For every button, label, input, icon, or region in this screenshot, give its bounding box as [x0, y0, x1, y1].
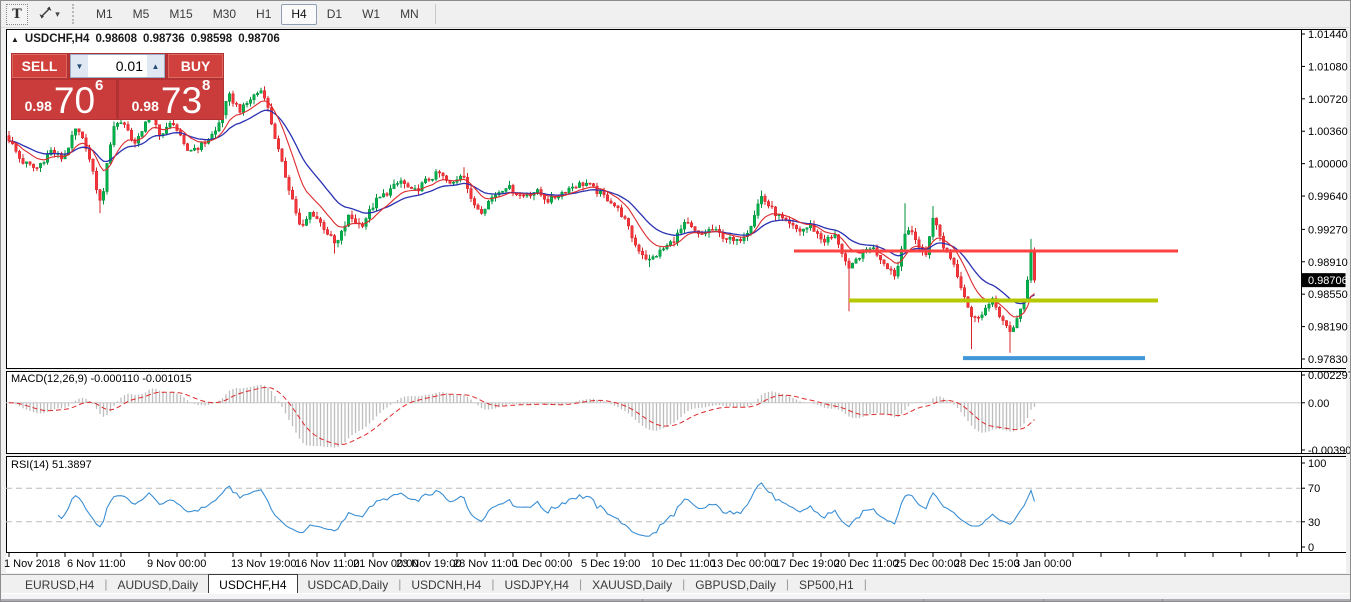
sell-price-prefix: 0.98: [25, 99, 52, 113]
buy-price-prefix: 0.98: [132, 99, 159, 113]
diagonal-arrows-icon: [38, 5, 53, 23]
svg-text:0.98550: 0.98550: [1308, 289, 1348, 301]
chart-tab-usdcnh-h4[interactable]: USDCNH,H4: [401, 575, 491, 593]
svg-text:-0.003904: -0.003904: [1308, 445, 1351, 457]
one-click-trading-panel: SELL ▼ ▲ BUY 0.98 70 6 0.98 73 8: [11, 53, 224, 120]
svg-text:1.01080: 1.01080: [1308, 61, 1348, 73]
sell-price-big-digits: 70: [54, 86, 95, 116]
chart-tab-audusd-daily[interactable]: AUDUSD,Daily: [107, 575, 208, 593]
up-arrow-icon: ▲: [152, 62, 160, 71]
collapse-triangle-icon[interactable]: ▲: [11, 35, 19, 44]
lot-increase-button[interactable]: ▲: [147, 55, 164, 77]
buy-button[interactable]: BUY: [168, 54, 223, 78]
chart-tab-xauusd-daily[interactable]: XAUUSD,Daily: [582, 575, 682, 593]
svg-text:100: 100: [1308, 458, 1326, 470]
lot-size-control: ▼ ▲: [70, 54, 165, 78]
timeframe-buttons: M1M5M15M30H1H4D1W1MN: [86, 4, 429, 25]
timeframe-button-m15[interactable]: M15: [159, 4, 202, 25]
buy-price-pip-digit: 8: [202, 78, 210, 93]
time-axis-label: 16 Nov 11:00: [295, 558, 360, 570]
svg-text:0.00: 0.00: [1308, 398, 1329, 410]
sell-button[interactable]: SELL: [12, 54, 67, 78]
status-bar: [1, 593, 1350, 602]
symbol-period-label: USDCHF,H4: [25, 33, 90, 45]
toolbar-separator: [435, 4, 436, 24]
time-axis-label: 28 Nov 11:00: [453, 558, 518, 570]
svg-text:0.99640: 0.99640: [1308, 191, 1348, 203]
chart-tab-usdcad-daily[interactable]: USDCAD,Daily: [298, 575, 399, 593]
sell-price[interactable]: 0.98 70 6: [12, 80, 116, 119]
svg-text:1.00360: 1.00360: [1308, 126, 1348, 138]
time-axis-label: 13 Dec 00:00: [711, 558, 776, 570]
timeframe-toolbar: T ▾ M1M5M15M30H1H4D1W1MN: [1, 1, 1350, 28]
svg-text:0.002297: 0.002297: [1308, 370, 1351, 382]
time-axis-label: 10 Dec 11:00: [651, 558, 716, 570]
svg-text:0.97830: 0.97830: [1308, 354, 1348, 366]
time-axis-label: 28 Dec 15:00: [954, 558, 1019, 570]
toolbar-grip[interactable]: [72, 4, 78, 24]
svg-text:0.98706: 0.98706: [1308, 275, 1348, 287]
time-axis-label: 23 Nov 19:00: [396, 558, 461, 570]
time-axis-label: 5 Dec 19:00: [581, 558, 640, 570]
time-axis-label: 20 Dec 11:00: [834, 558, 899, 570]
time-axis-label: 1 Nov 2018: [4, 558, 60, 570]
timeframe-button-w1[interactable]: W1: [352, 4, 390, 25]
time-axis-label: 17 Dec 19:00: [774, 558, 839, 570]
lot-decrease-button[interactable]: ▼: [71, 55, 88, 77]
timeframe-button-m30[interactable]: M30: [203, 4, 246, 25]
low-value: 0.98598: [191, 33, 233, 45]
time-axis-label: 13 Nov 19:00: [231, 558, 296, 570]
close-value: 0.98706: [238, 33, 280, 45]
sell-price-pip-digit: 6: [95, 78, 103, 93]
timeframe-button-h1[interactable]: H1: [246, 4, 281, 25]
svg-text:70: 70: [1308, 483, 1320, 495]
time-axis-label: 25 Dec 00:00: [894, 558, 959, 570]
timeframe-button-h4[interactable]: H4: [281, 4, 316, 25]
chart-tab-usdchf-h4[interactable]: USDCHF,H4: [208, 574, 297, 593]
svg-text:0: 0: [1308, 542, 1314, 554]
chart-tab-eurusd-h4[interactable]: EURUSD,H4: [15, 575, 104, 593]
timeframe-button-m5[interactable]: M5: [123, 4, 160, 25]
chart-title: ▲ USDCHF,H4 0.98608 0.98736 0.98598 0.98…: [11, 33, 280, 45]
chart-tab-bar: EURUSD,H4 | AUDUSD,DailyUSDCHF,H4USDCAD,Da…: [1, 574, 1350, 593]
svg-text:30: 30: [1308, 517, 1320, 529]
tab-separator: |: [864, 575, 867, 593]
time-axis-label: 9 Nov 00:00: [147, 558, 206, 570]
svg-text:0.98190: 0.98190: [1308, 322, 1348, 334]
svg-text:1.00720: 1.00720: [1308, 94, 1348, 106]
chart-tab-gbpusd-daily[interactable]: GBPUSD,Daily: [685, 575, 786, 593]
high-value: 0.98736: [143, 33, 185, 45]
time-axis-label: 1 Dec 00:00: [513, 558, 572, 570]
time-axis-label: 3 Jan 00:00: [1014, 558, 1072, 570]
lot-size-input[interactable]: [88, 55, 147, 77]
dropdown-caret-icon: ▾: [55, 9, 60, 20]
buy-price-big-digits: 73: [161, 86, 202, 116]
open-value: 0.98608: [95, 33, 137, 45]
chart-tab-usdjpy-h4[interactable]: USDJPY,H4: [494, 575, 578, 593]
chart-tab-sp500-h1[interactable]: SP500,H1: [789, 575, 864, 593]
timeframe-button-d1[interactable]: D1: [317, 4, 352, 25]
buy-price[interactable]: 0.98 73 8: [119, 80, 223, 119]
macd-indicator-label: MACD(12,26,9) -0.000110 -0.001015: [11, 373, 192, 385]
rsi-indicator-label: RSI(14) 51.3897: [11, 459, 92, 471]
pane-splitter[interactable]: [6, 369, 1346, 370]
svg-text:0.98910: 0.98910: [1308, 257, 1348, 269]
mt4-window: T ▾ M1M5M15M30H1H4D1W1MN 1.01440 1.01080 1…: [0, 0, 1351, 602]
pane-splitter[interactable]: [6, 454, 1346, 455]
time-axis-label: 6 Nov 11:00: [67, 558, 126, 570]
down-arrow-icon: ▼: [76, 62, 84, 71]
text-label-tool-button[interactable]: T: [6, 4, 28, 25]
arrow-objects-tool-button[interactable]: ▾: [38, 4, 60, 25]
timeframe-button-mn[interactable]: MN: [390, 4, 429, 25]
svg-text:1.01440: 1.01440: [1308, 29, 1348, 41]
svg-text:0.99270: 0.99270: [1308, 224, 1348, 236]
timeframe-button-m1[interactable]: M1: [86, 4, 123, 25]
svg-text:1.00000: 1.00000: [1308, 159, 1348, 171]
